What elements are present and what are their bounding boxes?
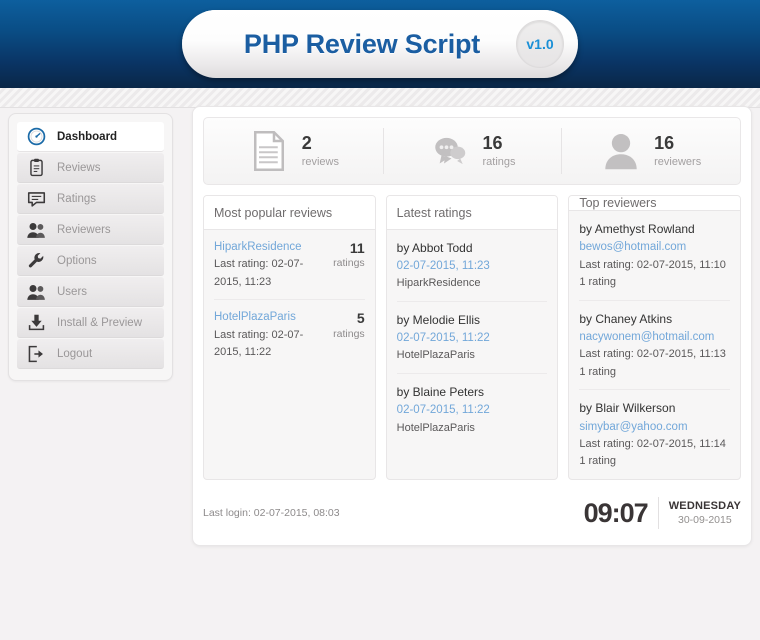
striped-divider [0,88,760,108]
review-meta: Last rating: 02-07-2015, 11:22 [214,328,304,359]
sidebar-item-logout[interactable]: Logout [17,339,164,369]
download-icon [23,312,49,334]
list-item[interactable]: by Blaine Peters 02-07-2015, 11:22 Hotel… [397,374,548,445]
review-link[interactable]: HiparkResidence [214,239,327,256]
sidebar-item-label: Users [57,285,88,298]
rating-count-label: ratings [333,257,365,270]
last-login-text: Last login: 02-07-2015, 08:03 [203,507,340,519]
rating-date[interactable]: 02-07-2015, 11:22 [397,402,548,419]
sidebar: Dashboard Reviews Ratings Reviewers Opti… [8,113,173,381]
list-item[interactable]: by Abbot Todd 02-07-2015, 11:23 HiparkRe… [396,230,548,303]
panel-body: by Abbot Todd 02-07-2015, 11:23 HiparkRe… [387,230,558,479]
wrench-icon [23,250,49,272]
reviewer-rating-count: 1 rating [579,365,617,378]
rating-author: by Melodie Ellis [396,313,481,328]
clock-time: 09:07 [583,497,649,528]
rating-item: HotelPlazaParis [396,421,475,434]
stat-reviews: 2 reviews [204,118,383,184]
sidebar-item-label: Reviewers [57,223,111,236]
reviewer-email[interactable]: bewos@hotmail.com [579,239,730,256]
reviewer-email[interactable]: nacywonem@hotmail.com [579,329,730,346]
list-item[interactable]: by Amethyst Rowland bewos@hotmail.com La… [579,211,731,301]
footer-bar: Last login: 02-07-2015, 08:03 09:07 WEDN… [203,491,741,535]
list-item[interactable]: by Chaney Atkins nacywonem@hotmail.com L… [579,301,731,391]
review-meta: Last rating: 02-07-2015, 11:23 [214,258,304,288]
stat-label: ratings [482,156,516,168]
rating-item: HiparkResidence [396,277,481,290]
panel-title: Top reviewers [569,196,741,212]
panel-top-reviewers: Top reviewers by Amethyst Rowland bewos@… [568,195,742,480]
speech-bubble-icon [428,129,470,173]
sidebar-item-label: Ratings [57,192,96,205]
sidebar-item-label: Install & Preview [57,316,143,329]
sidebar-item-dashboard[interactable]: Dashboard [17,122,164,152]
rating-count-label: ratings [333,327,365,340]
sidebar-item-users[interactable]: Users [17,277,164,307]
day-of-week: WEDNESDAY [668,500,741,512]
sidebar-item-reviews[interactable]: Reviews [17,153,164,183]
panel-body: by Amethyst Rowland bewos@hotmail.com La… [569,211,740,479]
panel-body: HiparkResidence Last rating: 02-07-2015,… [204,230,375,479]
reviewer-name: by Amethyst Rowland [579,222,695,237]
sidebar-item-label: Dashboard [57,130,118,143]
rating-count: 5 [356,310,365,327]
list-item[interactable]: by Melodie Ellis 02-07-2015, 11:22 Hotel… [396,302,548,375]
stat-ratings: 16 ratings [382,118,562,184]
clock-divider [657,497,659,529]
logo-pill: PHP Review Script v1.0 [182,10,578,78]
panel-title: Latest ratings [386,196,558,230]
stat-reviewers: 16 reviewers [561,118,740,184]
rating-date[interactable]: 02-07-2015, 11:23 [397,258,548,275]
rating-item: HotelPlazaParis [396,349,475,362]
current-date: 30-09-2015 [677,514,732,526]
panel-title: Most popular reviews [204,196,375,230]
sidebar-item-label: Options [57,254,97,267]
list-item[interactable]: HotelPlazaParis Last rating: 02-07-2015,… [214,300,365,369]
gauge-icon [23,126,49,148]
reviewer-email[interactable]: simybar@yahoo.com [579,419,730,436]
speech-bubble-icon [23,188,49,210]
rating-count: 11 [349,240,365,256]
reviewer-last-rating: Last rating: 02-07-2015, 11:13 [579,348,726,361]
sidebar-item-install-preview[interactable]: Install & Preview [17,308,164,338]
rating-date[interactable]: 02-07-2015, 11:22 [397,330,548,347]
stats-bar: 2 reviews 16 ratings 16 reviewers [203,117,741,185]
list-item[interactable]: HiparkResidence Last rating: 02-07-2015,… [214,230,365,301]
document-icon [248,129,290,173]
users-icon [23,219,49,241]
sidebar-item-label: Reviews [57,161,101,174]
main-content: 2 reviews 16 ratings 16 reviewers Most p… [192,106,752,546]
reviewer-rating-count: 1 rating [579,455,617,468]
review-link[interactable]: HotelPlazaParis [214,309,327,326]
sidebar-item-options[interactable]: Options [17,246,164,276]
clock-widget: 09:07 WEDNESDAY 30-09-2015 [584,497,741,529]
stat-value: 16 [654,133,675,153]
date-box: WEDNESDAY 30-09-2015 [669,500,741,526]
rating-author: by Blaine Peters [396,385,485,400]
panels-row: Most popular reviews HiparkResidence Las… [203,195,742,480]
sidebar-item-label: Logout [57,347,93,360]
panel-most-popular-reviews: Most popular reviews HiparkResidence Las… [203,195,376,480]
users-icon [23,281,49,303]
page-title: PHP Review Script [243,28,481,59]
version-badge: v1.0 [516,20,564,68]
reviewer-name: by Blair Wilkerson [579,401,676,416]
panel-latest-ratings: Latest ratings by Abbot Todd 02-07-2015,… [385,195,559,480]
reviewer-name: by Chaney Atkins [579,311,673,326]
sidebar-item-reviewers[interactable]: Reviewers [17,215,164,245]
stat-label: reviews [301,156,339,168]
rating-author: by Abbot Todd [396,241,473,255]
stat-value: 16 [482,133,503,153]
reviewer-last-rating: Last rating: 02-07-2015, 11:10 [579,258,726,271]
reviewer-last-rating: Last rating: 02-07-2015, 11:14 [579,437,726,450]
stat-label: reviewers [654,156,702,168]
reviewer-rating-count: 1 rating [579,276,617,289]
person-icon [600,129,642,173]
clipboard-icon [23,157,49,179]
list-item[interactable]: by Blair Wilkerson simybar@yahoo.com Las… [579,390,730,479]
logout-icon [23,343,49,365]
sidebar-item-ratings[interactable]: Ratings [17,184,164,214]
stat-value: 2 [301,133,312,153]
